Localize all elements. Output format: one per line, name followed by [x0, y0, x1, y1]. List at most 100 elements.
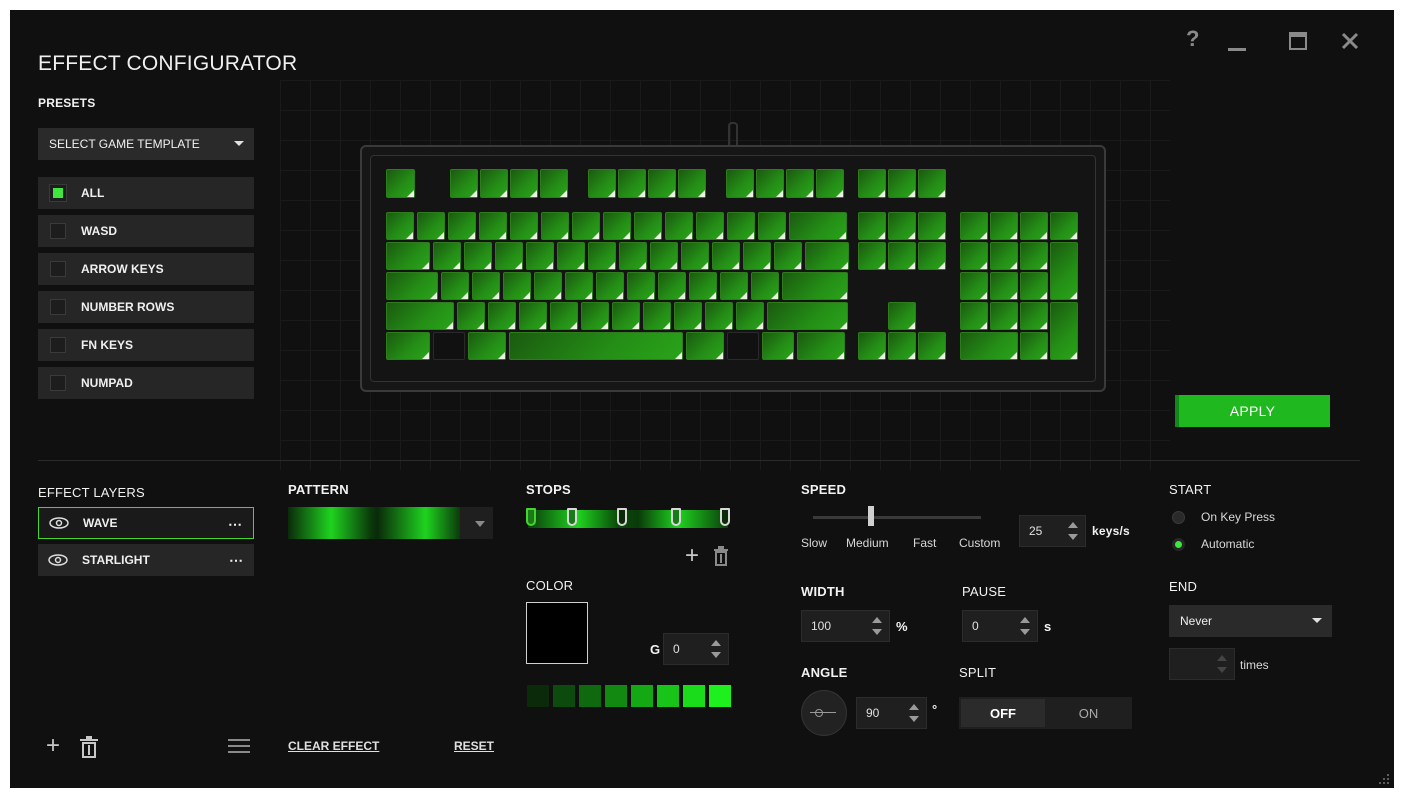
delete-stop-icon[interactable]: [713, 546, 729, 571]
keyboard-key[interactable]: [495, 242, 523, 270]
checkbox[interactable]: [50, 261, 66, 277]
split-off-option[interactable]: OFF: [961, 699, 1045, 727]
keyboard-key[interactable]: [888, 332, 916, 360]
keyboard-key[interactable]: [1020, 272, 1048, 300]
keyboard-key[interactable]: [726, 169, 754, 198]
keyboard-key[interactable]: [588, 169, 616, 198]
decrement-icon[interactable]: [1217, 667, 1227, 673]
keyboard-key[interactable]: [1020, 212, 1048, 240]
keyboard-key[interactable]: [526, 242, 554, 270]
keyboard-key[interactable]: [888, 302, 916, 330]
channel-value-input[interactable]: 0: [663, 633, 729, 665]
keyboard-key[interactable]: [858, 212, 886, 240]
palette-swatch[interactable]: [605, 685, 627, 707]
eye-icon[interactable]: [48, 554, 68, 566]
keyboard-key[interactable]: [457, 302, 485, 330]
keyboard-key[interactable]: [581, 302, 609, 330]
keyboard-key[interactable]: [858, 169, 886, 198]
increment-icon[interactable]: [1068, 522, 1078, 528]
preset-item-number-rows[interactable]: NUMBER ROWS: [38, 291, 254, 323]
keyboard-key[interactable]: [634, 212, 662, 240]
keyboard-key[interactable]: [1020, 242, 1048, 270]
keyboard-key[interactable]: [743, 242, 771, 270]
palette-swatch[interactable]: [709, 685, 731, 707]
gradient-stop-handle[interactable]: [617, 508, 627, 526]
keyboard-key[interactable]: [441, 272, 469, 300]
end-times-input[interactable]: [1169, 648, 1235, 680]
keyboard-key[interactable]: [960, 272, 988, 300]
maximize-icon[interactable]: [1289, 30, 1307, 56]
palette-swatch[interactable]: [683, 685, 705, 707]
minimize-icon[interactable]: [1228, 24, 1246, 60]
keyboard-key[interactable]: [686, 332, 724, 360]
keyboard-key[interactable]: [782, 272, 848, 300]
radio-button[interactable]: [1172, 510, 1185, 524]
keyboard-key[interactable]: [1050, 302, 1078, 360]
checkbox[interactable]: [50, 185, 66, 201]
speed-slider-thumb[interactable]: [868, 506, 874, 526]
keyboard-key[interactable]: [572, 212, 600, 240]
keyboard-key[interactable]: [665, 212, 693, 240]
start-option-on-key-press[interactable]: On Key Press: [1172, 510, 1275, 524]
keyboard-key[interactable]: [550, 302, 578, 330]
keyboard-key[interactable]: [386, 272, 438, 300]
keyboard-key[interactable]: [450, 169, 478, 198]
keyboard-key[interactable]: [797, 332, 845, 360]
gradient-stops-bar[interactable]: [528, 510, 728, 528]
keyboard-key[interactable]: [712, 242, 740, 270]
palette-swatch[interactable]: [657, 685, 679, 707]
checkbox[interactable]: [50, 223, 66, 239]
layer-item-wave[interactable]: WAVE ⋯: [38, 507, 254, 539]
reset-link[interactable]: RESET: [454, 739, 494, 753]
gradient-stop-handle[interactable]: [671, 508, 681, 526]
keyboard-key[interactable]: [756, 169, 784, 198]
more-options-icon[interactable]: ⋯: [228, 516, 243, 533]
keyboard-key[interactable]: [786, 169, 814, 198]
more-options-icon[interactable]: ⋯: [229, 552, 244, 569]
gradient-stop-handle[interactable]: [526, 508, 536, 526]
help-icon[interactable]: ?: [1186, 26, 1199, 52]
keyboard-key[interactable]: [417, 212, 445, 240]
keyboard-key[interactable]: [960, 302, 988, 330]
keyboard-key[interactable]: [596, 272, 624, 300]
delete-layer-icon[interactable]: [80, 736, 98, 763]
gradient-stop-handle[interactable]: [720, 508, 730, 526]
keyboard-key[interactable]: [990, 302, 1018, 330]
decrement-icon[interactable]: [711, 652, 721, 658]
pause-value-input[interactable]: 0: [962, 610, 1038, 642]
end-dropdown[interactable]: Never: [1169, 605, 1332, 637]
keyboard-key[interactable]: [643, 302, 671, 330]
eye-icon[interactable]: [49, 517, 69, 529]
keyboard-key[interactable]: [603, 212, 631, 240]
palette-swatch[interactable]: [553, 685, 575, 707]
keyboard-key[interactable]: [758, 212, 786, 240]
keyboard-key[interactable]: [557, 242, 585, 270]
decrement-icon[interactable]: [1020, 629, 1030, 635]
keyboard-key[interactable]: [540, 169, 568, 198]
keyboard-key[interactable]: [678, 169, 706, 198]
gradient-stop-handle[interactable]: [567, 508, 577, 526]
preset-item-fn-keys[interactable]: FN KEYS: [38, 329, 254, 361]
keyboard-key[interactable]: [990, 212, 1018, 240]
checkbox[interactable]: [50, 375, 66, 391]
keyboard-key[interactable]: [386, 242, 430, 270]
layer-item-starlight[interactable]: STARLIGHT ⋯: [38, 544, 254, 576]
preset-item-numpad[interactable]: NUMPAD: [38, 367, 254, 399]
keyboard-key[interactable]: [480, 169, 508, 198]
keyboard-key[interactable]: [433, 332, 465, 360]
keyboard-key[interactable]: [858, 242, 886, 270]
keyboard-key[interactable]: [1050, 242, 1078, 300]
keyboard-key[interactable]: [789, 212, 847, 240]
close-icon[interactable]: [1341, 30, 1359, 56]
increment-icon[interactable]: [872, 617, 882, 623]
add-layer-icon[interactable]: +: [46, 734, 60, 758]
start-option-automatic[interactable]: Automatic: [1172, 537, 1254, 551]
keyboard-key[interactable]: [464, 242, 492, 270]
apply-button[interactable]: APPLY: [1175, 395, 1330, 427]
keyboard-key[interactable]: [618, 169, 646, 198]
keyboard-key[interactable]: [648, 169, 676, 198]
keyboard-key[interactable]: [386, 302, 454, 330]
keyboard-key[interactable]: [918, 169, 946, 198]
increment-icon[interactable]: [1020, 617, 1030, 623]
decrement-icon[interactable]: [872, 629, 882, 635]
